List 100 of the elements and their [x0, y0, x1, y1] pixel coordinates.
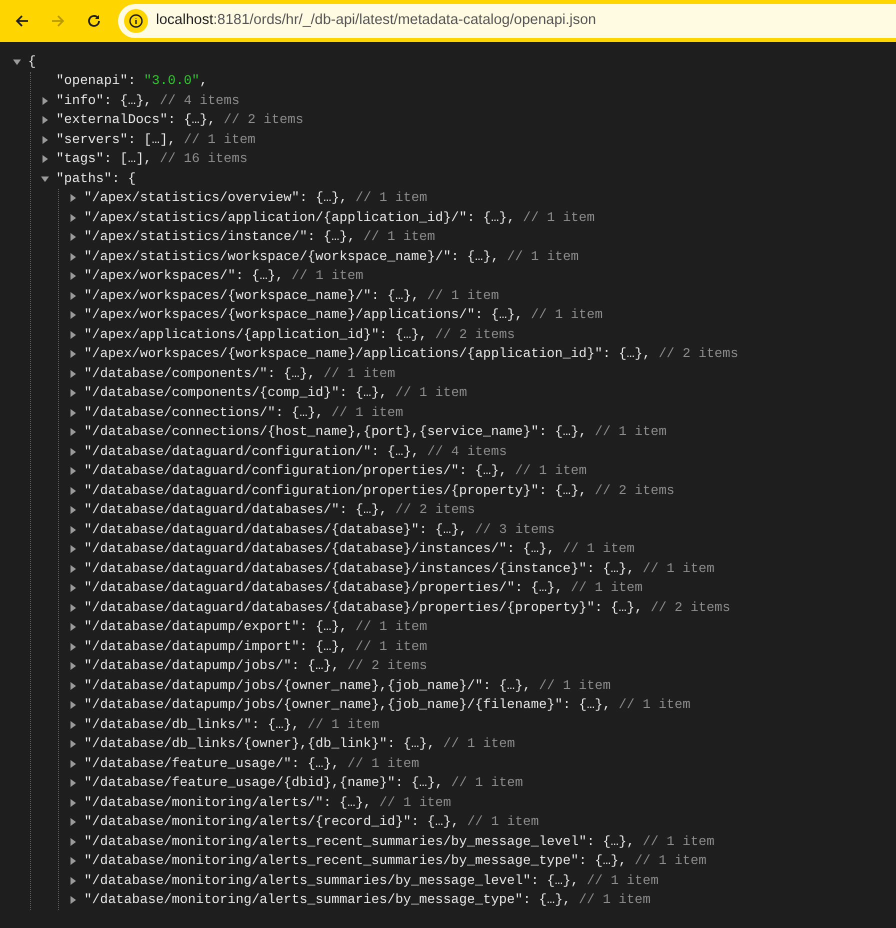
collapsed-triangle-icon[interactable]	[69, 330, 77, 339]
collapsed-triangle-icon[interactable]	[69, 857, 77, 866]
collapsed-triangle-icon[interactable]	[69, 838, 77, 846]
json-string-value: "3.0.0"	[144, 72, 200, 90]
collapsed-triangle-icon[interactable]	[69, 720, 77, 729]
collapsed-preview: {…},	[435, 520, 468, 539]
left-arrow-icon	[14, 13, 30, 29]
item-count-comment: // 1 item	[395, 384, 468, 402]
item-count-comment: // 1 item	[355, 189, 428, 208]
json-key: "/database/datapump/jobs/{owner_name},{job_name}/":	[84, 676, 491, 696]
collapsed-triangle-icon[interactable]	[69, 506, 77, 514]
item-count-comment: // 1 item	[594, 423, 667, 442]
collapsed-triangle-icon[interactable]	[69, 701, 77, 710]
json-key: "/database/dataguard/databases/{database}":	[84, 520, 428, 540]
json-key: "/database/datapump/jobs/":	[84, 656, 300, 676]
collapsed-preview: {…},	[554, 482, 587, 500]
address-bar[interactable]: localhost:8181/ords/hr/_/db-api/latest/metadata-catalog/openapi.json	[118, 4, 896, 38]
collapsed-triangle-icon[interactable]	[69, 252, 77, 261]
collapsed-preview: {…},	[483, 208, 515, 227]
json-key: "/database/feature_usage/{dbid},{name}":	[84, 773, 404, 794]
collapsed-triangle-icon[interactable]	[69, 740, 77, 748]
item-count-comment: // 1 item	[355, 618, 428, 636]
json-brace: {	[128, 170, 136, 188]
json-key: "/database/monitoring/alerts_recent_summaries/by_message_level":	[84, 832, 595, 852]
json-key: "/database/monitoring/alerts_summaries/by_message_level":	[84, 870, 539, 891]
collapsed-triangle-icon[interactable]	[69, 389, 77, 398]
item-count-comment: // 1 item	[451, 774, 523, 792]
collapsed-triangle-icon[interactable]	[69, 526, 77, 534]
info-icon[interactable]	[124, 9, 148, 33]
item-count-comment: // 2 items	[658, 345, 738, 364]
collapsed-triangle-icon[interactable]	[69, 292, 77, 300]
collapsed-preview: {…},	[530, 579, 563, 598]
item-count-comment: // 1 item	[355, 638, 428, 656]
collapsed-triangle-icon[interactable]	[69, 194, 77, 202]
item-count-comment: // 1 item	[292, 267, 364, 286]
collapsed-triangle-icon[interactable]	[69, 896, 77, 904]
item-count-comment: // 1 item	[562, 540, 635, 558]
collapsed-triangle-icon[interactable]	[69, 311, 77, 320]
item-count-comment: // 1 item	[379, 794, 452, 812]
collapsed-triangle-icon[interactable]	[69, 564, 77, 573]
item-count-comment: // 2 items	[594, 482, 675, 500]
json-key: "/apex/statistics/instance/":	[84, 227, 316, 248]
item-count-comment: // 2 items	[347, 657, 428, 676]
collapsed-preview: {…},	[284, 364, 316, 383]
json-key: "/database/connections/{host_name},{port},{service_name}":	[84, 422, 547, 442]
collapsed-triangle-icon[interactable]	[69, 428, 77, 436]
collapsed-triangle-icon[interactable]	[69, 214, 77, 222]
collapsed-triangle-icon[interactable]	[41, 96, 49, 105]
collapsed-preview: {…},	[602, 832, 635, 851]
collapsed-triangle-icon[interactable]	[69, 760, 77, 768]
collapsed-preview: {…},	[184, 111, 216, 130]
collapsed-triangle-icon[interactable]	[69, 467, 77, 476]
collapsed-triangle-icon[interactable]	[69, 408, 77, 417]
json-key: "/database/monitoring/alerts/{record_id}":	[84, 812, 420, 832]
collapsed-triangle-icon[interactable]	[69, 876, 77, 885]
collapsed-triangle-icon[interactable]	[69, 448, 77, 456]
item-count-comment: // 1 item	[467, 813, 539, 832]
collapsed-triangle-icon[interactable]	[69, 272, 77, 280]
expanded-triangle-icon[interactable]	[13, 58, 21, 66]
collapsed-preview: {…},	[268, 716, 300, 734]
collapsed-preview: {…},	[546, 872, 579, 890]
collapsed-triangle-icon[interactable]	[69, 642, 77, 651]
collapsed-preview: {…},	[538, 891, 571, 910]
collapsed-preview: {…},	[594, 852, 627, 870]
collapsed-triangle-icon[interactable]	[69, 604, 77, 612]
item-count-comment: // 1 item	[578, 891, 651, 910]
collapsed-preview: {…},	[522, 540, 555, 558]
item-count-comment: // 1 item	[443, 735, 515, 754]
collapsed-preview: {…},	[610, 598, 643, 617]
collapsed-triangle-icon[interactable]	[69, 779, 77, 788]
expanded-triangle-icon[interactable]	[41, 174, 49, 183]
collapsed-triangle-icon[interactable]	[69, 662, 77, 670]
collapsed-triangle-icon[interactable]	[69, 818, 77, 826]
json-key: "/database/components/":	[84, 364, 276, 384]
collapsed-triangle-icon[interactable]	[69, 584, 77, 592]
collapsed-triangle-icon[interactable]	[41, 155, 49, 164]
item-count-comment: // 1 item	[331, 404, 404, 422]
item-count-comment: // 1 item	[634, 852, 706, 870]
collapsed-triangle-icon[interactable]	[69, 798, 77, 807]
collapsed-triangle-icon[interactable]	[69, 623, 77, 632]
json-key: "/database/dataguard/configuration/properties/":	[84, 461, 468, 482]
item-count-comment: // 4 items	[427, 442, 507, 461]
collapsed-preview: {…},	[355, 501, 388, 520]
json-brace: {	[28, 52, 36, 71]
collapsed-triangle-icon[interactable]	[69, 486, 77, 495]
json-key: "/apex/workspaces/{workspace_name}/applications/{application_id}":	[84, 344, 611, 364]
collapsed-triangle-icon[interactable]	[69, 682, 77, 690]
item-count-comment: // 1 item	[506, 248, 579, 266]
json-key: "/database/dataguard/databases/{database}/instances/":	[84, 539, 515, 560]
collapsed-triangle-icon[interactable]	[69, 350, 77, 358]
collapsed-triangle-icon[interactable]	[41, 116, 49, 124]
collapsed-triangle-icon[interactable]	[69, 370, 77, 378]
collapsed-triangle-icon[interactable]	[69, 233, 77, 242]
json-key: "/database/datapump/export":	[84, 617, 308, 638]
collapsed-preview: {…},	[618, 345, 651, 364]
item-count-comment: // 1 item	[586, 872, 659, 890]
collapsed-triangle-icon[interactable]	[41, 136, 49, 144]
collapsed-triangle-icon[interactable]	[69, 545, 77, 554]
reload-icon	[86, 13, 102, 29]
item-count-comment: // 1 item	[642, 832, 714, 851]
